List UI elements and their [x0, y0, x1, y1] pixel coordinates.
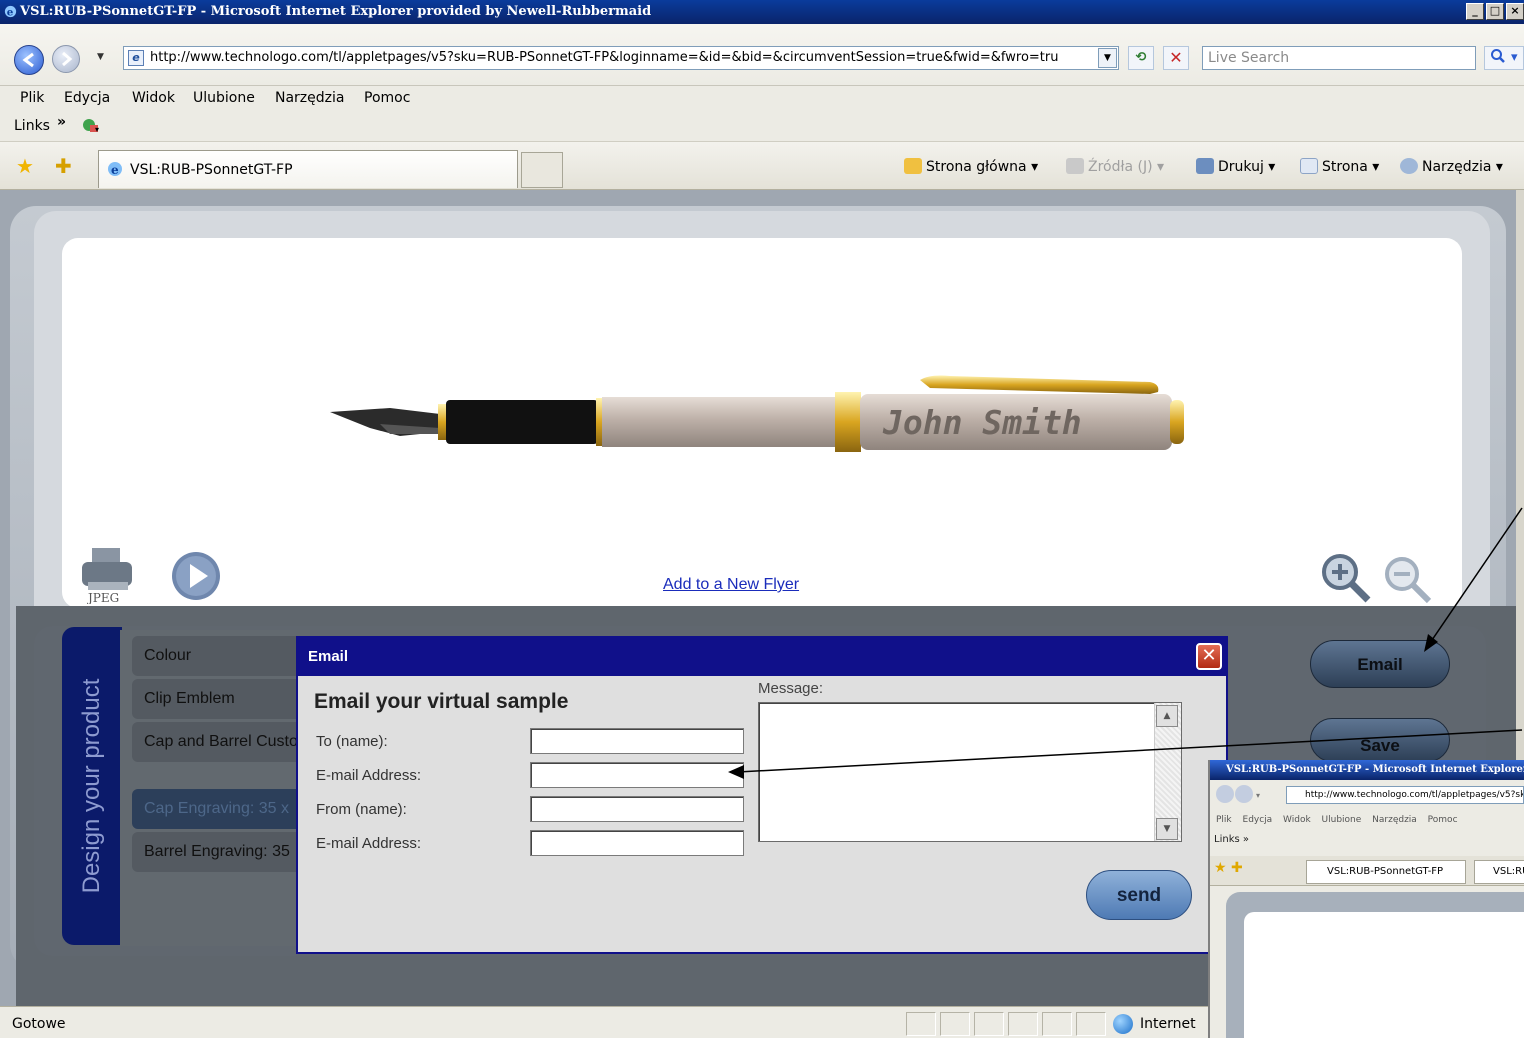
maximize-button[interactable]: □	[1486, 3, 1504, 20]
status-cell	[974, 1012, 1004, 1036]
status-cell	[906, 1012, 936, 1036]
status-cell	[940, 1012, 970, 1036]
email-button[interactable]: Email	[1310, 640, 1450, 688]
option-barrel-engraving[interactable]: Barrel Engraving: 35	[132, 832, 312, 872]
save-button[interactable]: Save	[1310, 718, 1450, 762]
zoom-in-icon[interactable]	[1318, 550, 1374, 604]
design-heading: Design your product	[78, 678, 105, 894]
to-email-label: E-mail Address:	[316, 767, 422, 784]
back-button[interactable]	[14, 45, 44, 75]
status-cell	[1076, 1012, 1106, 1036]
pen-image: John Smith	[330, 375, 1184, 452]
status-cell	[1042, 1012, 1072, 1036]
to-name-label: To (name):	[316, 733, 388, 750]
menu-edit[interactable]: Edycja	[64, 90, 110, 106]
page-menu-icon	[1300, 158, 1318, 174]
links-bar	[0, 112, 1524, 142]
window-title: VSL:RUB-PSonnetGT-FP - Microsoft Interne…	[20, 4, 652, 19]
svg-text:JPEG: JPEG	[86, 591, 119, 604]
address-dropdown-icon[interactable]: ▼	[1098, 48, 1117, 68]
search-input[interactable]: Live Search	[1202, 46, 1476, 70]
close-window-button[interactable]: ×	[1506, 3, 1524, 20]
from-email-field[interactable]	[530, 830, 744, 856]
ie-page-icon: e	[108, 162, 122, 177]
play-icon[interactable]	[170, 550, 222, 602]
ie-logo-icon: e	[4, 5, 17, 18]
inset-star-icon: ★ ✚	[1214, 860, 1243, 876]
svg-text:▾: ▾	[1256, 791, 1260, 800]
page-icon: e	[128, 50, 144, 66]
option-colour[interactable]: Colour	[132, 636, 312, 676]
inset-tab-1: VSL:RUB-PSonnetGT-FP	[1306, 860, 1466, 884]
close-dialog-button[interactable]: ✕	[1196, 643, 1222, 670]
inset-links: Links »	[1214, 834, 1249, 845]
send-button[interactable]: send	[1086, 870, 1192, 920]
history-dropdown-icon[interactable]: ▼	[97, 52, 104, 62]
home-button[interactable]: Strona główna ▾	[904, 158, 1038, 175]
security-zone: Internet	[1140, 1016, 1196, 1032]
tools-button[interactable]: Narzędzia ▾	[1400, 158, 1503, 175]
feeds-button[interactable]: Źródła (J) ▾	[1066, 158, 1164, 175]
links-label: Links	[14, 118, 50, 134]
print-button[interactable]: Drukuj ▾	[1196, 158, 1275, 175]
jpeg-printer-icon[interactable]: JPEG	[80, 546, 136, 604]
to-email-field[interactable]	[530, 762, 744, 788]
menu-tools[interactable]: Narzędzia	[275, 90, 344, 106]
address-bar[interactable]: http://www.technologo.com/tl/appletpages…	[123, 46, 1119, 70]
menu-file[interactable]: Plik	[20, 90, 44, 106]
inset-canvas	[1244, 912, 1524, 1038]
arrow-left-icon	[22, 52, 34, 68]
menu-help[interactable]: Pomoc	[364, 90, 410, 106]
scroll-up-icon[interactable]: ▲	[1156, 705, 1178, 727]
engraving-text: John Smith	[882, 403, 1082, 442]
globe-icon	[1113, 1014, 1133, 1034]
refresh-button[interactable]: ⟲	[1128, 46, 1154, 70]
window-titlebar: e VSL:RUB-PSonnetGT-FP - Microsoft Inter…	[0, 0, 1524, 24]
search-icon	[1491, 49, 1506, 63]
options-column	[120, 630, 310, 946]
page-button[interactable]: Strona ▾	[1300, 158, 1379, 175]
option-clip-emblem[interactable]: Clip Emblem	[132, 679, 312, 719]
search-button[interactable]: ▾	[1484, 46, 1524, 70]
forward-button[interactable]	[52, 45, 80, 73]
inset-address-bar: http://www.technologo.com/tl/appletpages…	[1286, 786, 1524, 804]
stop-button[interactable]: ✕	[1163, 46, 1189, 70]
new-tab-button[interactable]	[521, 152, 563, 188]
gear-icon	[1400, 158, 1418, 174]
scroll-down-icon[interactable]: ▼	[1156, 818, 1178, 840]
tab-title: VSL:RUB-PSonnetGT-FP	[130, 162, 293, 178]
home-icon	[904, 158, 922, 174]
minimize-button[interactable]: _	[1466, 3, 1484, 20]
email-dialog-header: Email	[298, 638, 1226, 676]
add-to-flyer-link[interactable]: Add to a New Flyer	[663, 576, 799, 594]
email-dialog-title: Email your virtual sample	[314, 690, 569, 713]
option-cap-barrel[interactable]: Cap and Barrel Customization	[132, 722, 312, 762]
from-email-label: E-mail Address:	[316, 835, 422, 852]
svg-text:▾: ▾	[95, 125, 99, 134]
feeds-icon	[1066, 158, 1084, 174]
printer-icon	[1196, 158, 1214, 174]
add-favorite-icon[interactable]: ✚	[55, 154, 72, 178]
svg-text:e: e	[111, 163, 119, 177]
zoom-out-icon[interactable]	[1382, 554, 1434, 606]
inset-menu: Plik Edycja Widok Ulubione Narzędzia Pom…	[1216, 815, 1458, 825]
message-label: Message:	[758, 680, 824, 697]
inset-nav-icon: ▾	[1216, 785, 1260, 803]
inset-tab-2: VSL:RUB-PSonnetGT-FP	[1474, 860, 1524, 884]
status-text: Gotowe	[12, 1016, 66, 1032]
from-name-label: From (name):	[316, 801, 407, 818]
svg-text:e: e	[7, 6, 14, 18]
favorites-star-icon[interactable]: ★	[16, 154, 34, 178]
option-cap-engraving[interactable]: Cap Engraving: 35 x	[132, 789, 312, 829]
menu-favorites[interactable]: Ulubione	[193, 90, 255, 106]
arrow-right-icon	[62, 51, 73, 67]
from-name-field[interactable]	[530, 796, 744, 822]
message-textarea[interactable]	[758, 702, 1182, 842]
inset-window-title: VSL:RUB-PSonnetGT-FP - Microsoft Interne…	[1210, 760, 1524, 780]
links-menu-icon[interactable]: ▾	[80, 116, 100, 134]
to-name-field[interactable]	[530, 728, 744, 754]
menu-view[interactable]: Widok	[132, 90, 175, 106]
status-cell	[1008, 1012, 1038, 1036]
links-chevron[interactable]: »	[57, 114, 66, 130]
